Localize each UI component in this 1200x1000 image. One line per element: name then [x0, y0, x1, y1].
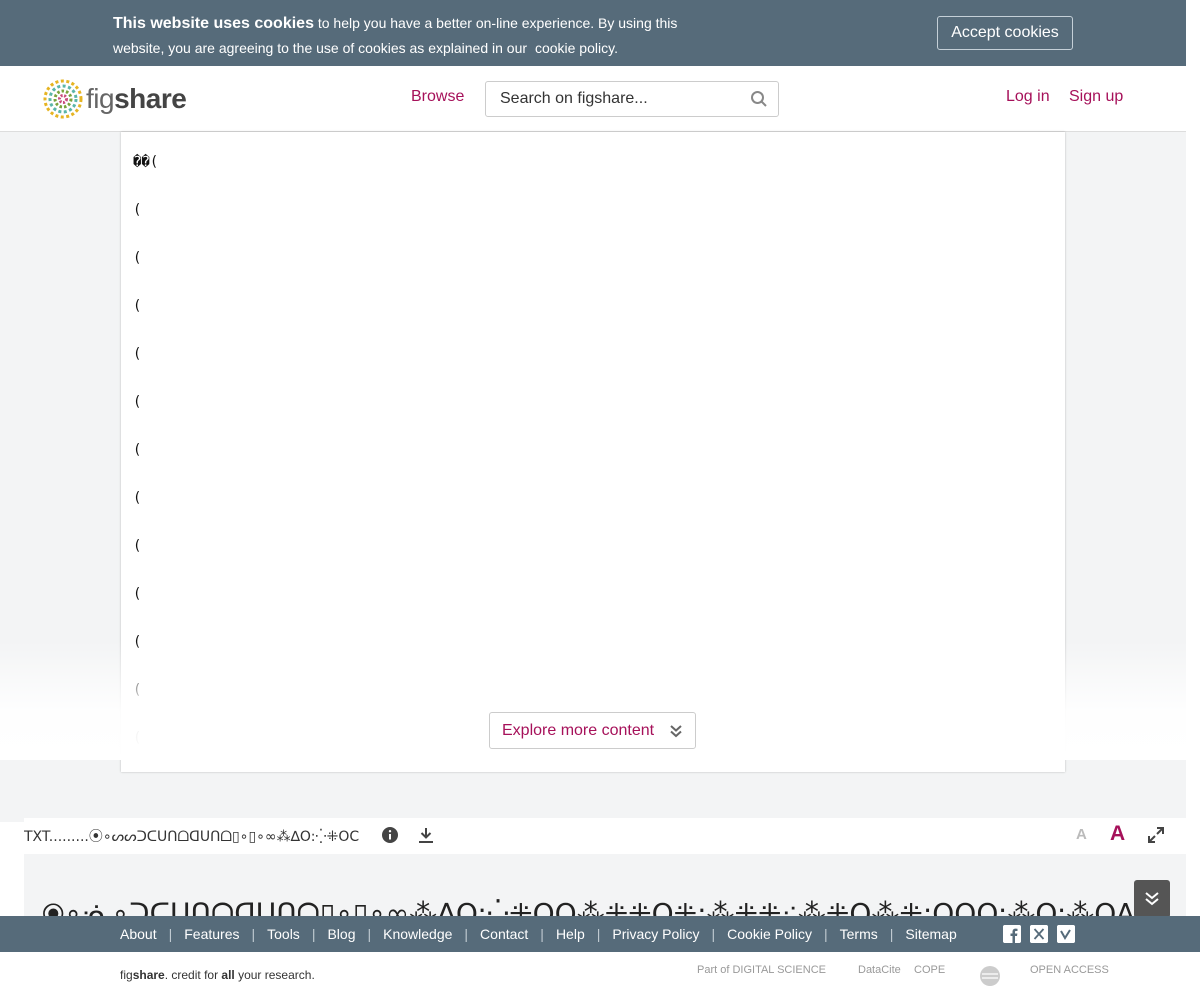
tagline-share: share [132, 968, 165, 982]
search-box [485, 81, 779, 117]
footer-link-cookie-policy[interactable]: Cookie Policy [727, 926, 812, 942]
footer-link-help[interactable]: Help [556, 926, 585, 942]
vimeo-icon[interactable] [1057, 925, 1075, 943]
document-line: ( [133, 298, 142, 314]
document-line: ( [133, 538, 142, 554]
explore-more-button[interactable]: Explore more content [489, 712, 696, 749]
site-header: figshare Browse Log in Sign up [0, 66, 1186, 132]
footer-link-knowledge[interactable]: Knowledge [383, 926, 452, 942]
footer-separator: | [889, 926, 894, 942]
figshare-logo-icon [43, 79, 83, 119]
footer-links: About | Features | Tools | Blog | Knowledge |… [120, 916, 957, 952]
cope-logo[interactable]: COPE [914, 964, 945, 976]
document-line: ( [133, 586, 142, 602]
tagline-all: all [221, 968, 235, 982]
figshare-logo[interactable]: figshare [42, 78, 187, 120]
double-chevron-down-icon [670, 725, 682, 738]
footer-separator: | [823, 926, 828, 942]
footer-separator: | [596, 926, 601, 942]
document-line: ( [133, 250, 142, 266]
download-icon[interactable] [417, 826, 435, 844]
footer-separator: | [311, 926, 316, 942]
collapse-button[interactable] [1134, 880, 1170, 918]
datacite-logo[interactable]: DataCite [858, 964, 901, 976]
document-line: ��( [133, 154, 159, 170]
increase-font-button[interactable]: A [1110, 822, 1125, 846]
partner-globe-icon[interactable] [979, 965, 1001, 987]
footer-tagline: figshare. credit for all your research. [120, 968, 315, 982]
footer-link-blog[interactable]: Blog [327, 926, 355, 942]
footer-link-about[interactable]: About [120, 926, 157, 942]
footer-separator: | [464, 926, 469, 942]
tagline-fig: fig [120, 968, 133, 982]
info-icon[interactable] [381, 826, 399, 844]
fullscreen-icon[interactable] [1147, 826, 1165, 844]
footer-separator: | [540, 926, 544, 942]
logo-share: share [114, 83, 187, 114]
document-line: ( [133, 490, 142, 506]
logo-wordmark: figshare [86, 83, 187, 115]
footer-link-tools[interactable]: Tools [267, 926, 300, 942]
footer-separator: | [251, 926, 256, 942]
footer-link-privacy-policy[interactable]: Privacy Policy [612, 926, 699, 942]
footer-separator: | [711, 926, 716, 942]
decrease-font-button[interactable]: A [1076, 826, 1087, 843]
document-line: ( [133, 202, 142, 218]
file-toolbar: TXT.........⦿∘ᔕᔕᑐᑕᑌᑎᗝᗡᑌᑎᗝ▯∘▯∘∞⁂∆O:⁛⁜OC A… [24, 818, 1186, 854]
browse-link[interactable]: Browse [411, 88, 464, 106]
cookie-message: This website uses cookies to help you ha… [113, 11, 713, 60]
logo-fig: fig [86, 83, 115, 114]
login-link[interactable]: Log in [1006, 88, 1050, 106]
digital-science-logo[interactable]: Part of DIGITAL SCIENCE [697, 964, 826, 976]
footer-nav: About | Features | Tools | Blog | Knowledge |… [0, 916, 1200, 952]
search-icon[interactable] [750, 90, 768, 108]
cookie-period: . [614, 40, 618, 56]
document-line: ( [133, 346, 142, 362]
document-line: ( [133, 442, 142, 458]
x-twitter-icon[interactable] [1030, 925, 1048, 943]
cookie-banner: This website uses cookies to help you ha… [0, 0, 1186, 66]
footer-separator: | [367, 926, 372, 942]
facebook-icon[interactable] [1003, 925, 1021, 943]
footer-link-contact[interactable]: Contact [480, 926, 528, 942]
cookie-heading: This website uses cookies [113, 15, 314, 32]
tagline-end: your research. [234, 968, 315, 982]
search-input[interactable] [486, 82, 736, 116]
file-name: TXT.........⦿∘ᔕᔕᑐᑕᑌᑎᗝᗡᑌᑎᗝ▯∘▯∘∞⁂∆O:⁛⁜OC [24, 829, 360, 845]
accept-cookies-button[interactable]: Accept cookies [937, 16, 1073, 50]
double-chevron-down-icon [1145, 892, 1159, 906]
tagline-mid: . credit for [164, 968, 222, 982]
open-access-logo[interactable]: OPEN ACCESS [1030, 964, 1109, 976]
document-line: ( [133, 394, 142, 410]
cookie-policy-link[interactable]: cookie policy [535, 40, 614, 56]
footer-link-sitemap[interactable]: Sitemap [905, 926, 956, 942]
footer-separator: | [168, 926, 173, 942]
footer-bottom: figshare. credit for all your research. … [0, 952, 1200, 1000]
signup-link[interactable]: Sign up [1069, 88, 1123, 106]
explore-more-label: Explore more content [502, 722, 655, 739]
footer-link-terms[interactable]: Terms [840, 926, 878, 942]
footer-link-features[interactable]: Features [184, 926, 239, 942]
